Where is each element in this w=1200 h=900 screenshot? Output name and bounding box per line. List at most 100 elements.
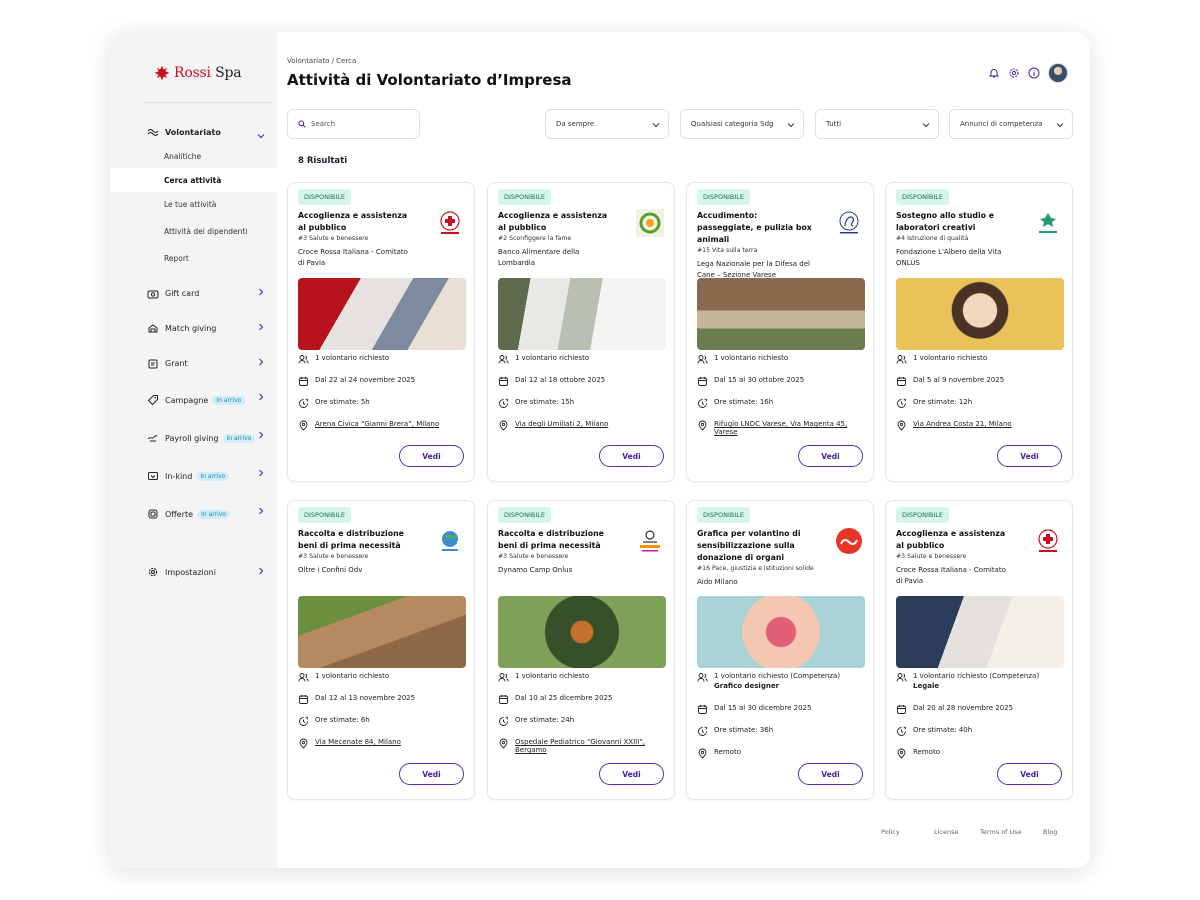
view-button[interactable]: Vedi bbox=[798, 763, 863, 785]
location-link[interactable]: Via degli Umiliati 2, Milano bbox=[498, 420, 666, 431]
breadcrumb[interactable]: Volontariato / Cerca bbox=[287, 57, 356, 65]
organization-logo bbox=[636, 209, 664, 237]
required-role: Legale bbox=[913, 682, 940, 690]
sidebar-subitem-analitiche[interactable]: Analitiche bbox=[110, 144, 277, 168]
date-range-text: Dal 12 al 18 ottobre 2025 bbox=[515, 376, 606, 384]
volunteers-required-text: 1 volontario richiesto bbox=[714, 354, 789, 362]
avatar[interactable] bbox=[1048, 63, 1068, 83]
volunteers-required: 1 volontario richiesto bbox=[298, 354, 466, 365]
estimated-hours: Ore stimate: 40h bbox=[896, 726, 1064, 737]
sidebar-item-match-giving[interactable]: Match giving bbox=[110, 311, 277, 346]
people-icon bbox=[498, 673, 509, 682]
location-link[interactable]: Via Andrea Costa 21, Milano bbox=[896, 420, 1064, 431]
view-button[interactable]: Vedi bbox=[997, 763, 1062, 785]
sidebar-subitem-cerca-attivita[interactable]: Cerca attività bbox=[110, 168, 277, 192]
footer-link-terms[interactable]: Terms of Use bbox=[980, 828, 1022, 836]
location-link[interactable]: Rifugio LNDC Varese, Via Magenta 45, Var… bbox=[697, 420, 865, 436]
activity-card[interactable]: DISPONIBILE Accudimento: passeggiate, e p… bbox=[686, 182, 874, 482]
view-button[interactable]: Vedi bbox=[399, 763, 464, 785]
activity-card[interactable]: DISPONIBILE Accoglienza e assistenza al p… bbox=[287, 182, 475, 482]
activity-card[interactable]: DISPONIBILE Raccolta e distribuzione beni… bbox=[287, 500, 475, 800]
organization-logo bbox=[835, 209, 863, 237]
sidebar-item-campagne[interactable]: Campagne In arrivo bbox=[110, 381, 277, 419]
sidebar-item-impostazioni[interactable]: Impostazioni bbox=[110, 555, 277, 589]
sidebar-item-volontariato[interactable]: Volontariato bbox=[110, 120, 277, 144]
sidebar-item-grant[interactable]: Grant bbox=[110, 346, 277, 381]
card-sdg: #2 Sconfiggere la fame bbox=[498, 235, 572, 242]
status-badge: DISPONIBILE bbox=[298, 189, 351, 205]
sidebar-subitem-report[interactable]: Report bbox=[110, 246, 277, 270]
sidebar-subitem-attivita-dipendenti[interactable]: Attività dei dipendenti bbox=[110, 216, 277, 246]
brand-name-dark: Spa bbox=[215, 65, 242, 81]
activity-card[interactable]: DISPONIBILE Accoglienza e assistenza al p… bbox=[885, 500, 1073, 800]
activity-card[interactable]: DISPONIBILE Sostegno allo studio e labora… bbox=[885, 182, 1073, 482]
sidebar-item-offerte[interactable]: Offerte In arrivo bbox=[110, 495, 277, 533]
brand-logo[interactable]: Rossi Spa bbox=[154, 65, 242, 81]
location-pin-icon bbox=[299, 738, 308, 749]
location-remote-text: Remoto bbox=[714, 748, 741, 756]
people-icon bbox=[498, 355, 509, 364]
status-badge: DISPONIBILE bbox=[697, 189, 750, 205]
activity-image bbox=[498, 278, 666, 350]
footer-link-policy[interactable]: Policy bbox=[881, 828, 900, 836]
volunteer-icon bbox=[147, 128, 159, 137]
card-title: Accoglienza e assistenza al pubblico bbox=[298, 211, 408, 232]
location-link[interactable]: Arena Civica “Gianni Brera”, Milano bbox=[298, 420, 466, 431]
app-window: Rossi Spa Volontariato Analitiche Cerca … bbox=[110, 32, 1090, 868]
location-pin-icon bbox=[698, 748, 707, 759]
search-input[interactable]: Search bbox=[287, 109, 420, 139]
period-select[interactable]: Da sempre bbox=[545, 109, 669, 139]
sdg-select[interactable]: Qualsiasi categoria Sdg bbox=[680, 109, 804, 139]
date-range: Dal 20 al 28 novembre 2025 bbox=[896, 704, 1064, 715]
competence-select[interactable]: Annunci di competenza bbox=[949, 109, 1073, 139]
gear-icon[interactable] bbox=[1008, 67, 1020, 79]
location-link[interactable]: Ospedale Pediatrico “Giovanni XXIII”, Be… bbox=[498, 738, 666, 754]
location-pin-icon bbox=[499, 738, 508, 749]
sidebar-item-payroll-giving[interactable]: Payroll giving In arrivo bbox=[110, 419, 277, 457]
clock-icon bbox=[299, 398, 309, 408]
brand-name-red: Rossi bbox=[174, 65, 211, 81]
date-range: Dal 10 al 25 dicembre 2025 bbox=[498, 694, 666, 705]
location-link-text: Arena Civica “Gianni Brera”, Milano bbox=[315, 420, 440, 428]
volunteers-required-text: 1 volontario richiesto bbox=[515, 672, 590, 680]
info-icon[interactable] bbox=[1028, 67, 1040, 79]
chevron-right-icon bbox=[259, 358, 264, 366]
chevron-right-icon bbox=[259, 469, 264, 477]
calendar-icon bbox=[499, 377, 508, 386]
activity-card[interactable]: DISPONIBILE Grafica per volantino di sens… bbox=[686, 500, 874, 800]
date-range: Dal 15 al 30 dicembre 2025 bbox=[697, 704, 865, 715]
view-button[interactable]: Vedi bbox=[599, 763, 664, 785]
card-title-block: Accoglienza e assistenza al pubblico #3 S… bbox=[896, 528, 1014, 587]
footer-link-license[interactable]: License bbox=[934, 828, 959, 836]
location-link-text: Via Mecenate 84, Milano bbox=[315, 738, 401, 746]
coming-soon-badge: In arrivo bbox=[196, 471, 230, 481]
date-range-text: Dal 20 al 28 novembre 2025 bbox=[913, 704, 1014, 712]
sidebar-nav: Volontariato Analitiche Cerca attività L… bbox=[110, 120, 277, 589]
activity-image bbox=[498, 596, 666, 668]
date-range: Dal 15 al 30 ottobre 2025 bbox=[697, 376, 865, 387]
sidebar-divider bbox=[144, 102, 272, 103]
status-badge: DISPONIBILE bbox=[896, 507, 949, 523]
clock-icon bbox=[897, 726, 907, 736]
view-button[interactable]: Vedi bbox=[798, 445, 863, 467]
location-pin-icon bbox=[897, 420, 906, 431]
type-select[interactable]: Tutti bbox=[815, 109, 939, 139]
sidebar-item-in-kind[interactable]: In-kind In arrivo bbox=[110, 457, 277, 495]
view-button[interactable]: Vedi bbox=[997, 445, 1062, 467]
activity-card[interactable]: DISPONIBILE Accoglienza e assistenza al p… bbox=[487, 182, 675, 482]
location-link[interactable]: Via Mecenate 84, Milano bbox=[298, 738, 466, 749]
people-icon bbox=[697, 355, 708, 364]
footer-link-blog[interactable]: Blog bbox=[1043, 828, 1057, 836]
activity-image bbox=[896, 278, 1064, 350]
sidebar-item-gift-card[interactable]: Gift card bbox=[110, 276, 277, 311]
estimated-hours-text: Ore stimate: 36h bbox=[714, 726, 774, 734]
organization-logo bbox=[1034, 527, 1062, 555]
sidebar-subitem-le-tue-attivita[interactable]: Le tue attività bbox=[110, 192, 277, 216]
view-button[interactable]: Vedi bbox=[399, 445, 464, 467]
view-button[interactable]: Vedi bbox=[599, 445, 664, 467]
bell-icon[interactable] bbox=[988, 67, 1000, 79]
card-sdg: #3 Salute e benessere bbox=[298, 553, 369, 560]
card-organization: Banco Alimentare della Lombardia bbox=[498, 248, 580, 267]
volunteers-required: 1 volontario richiesto bbox=[896, 354, 1064, 365]
activity-card[interactable]: DISPONIBILE Raccolta e distribuzione beni… bbox=[487, 500, 675, 800]
